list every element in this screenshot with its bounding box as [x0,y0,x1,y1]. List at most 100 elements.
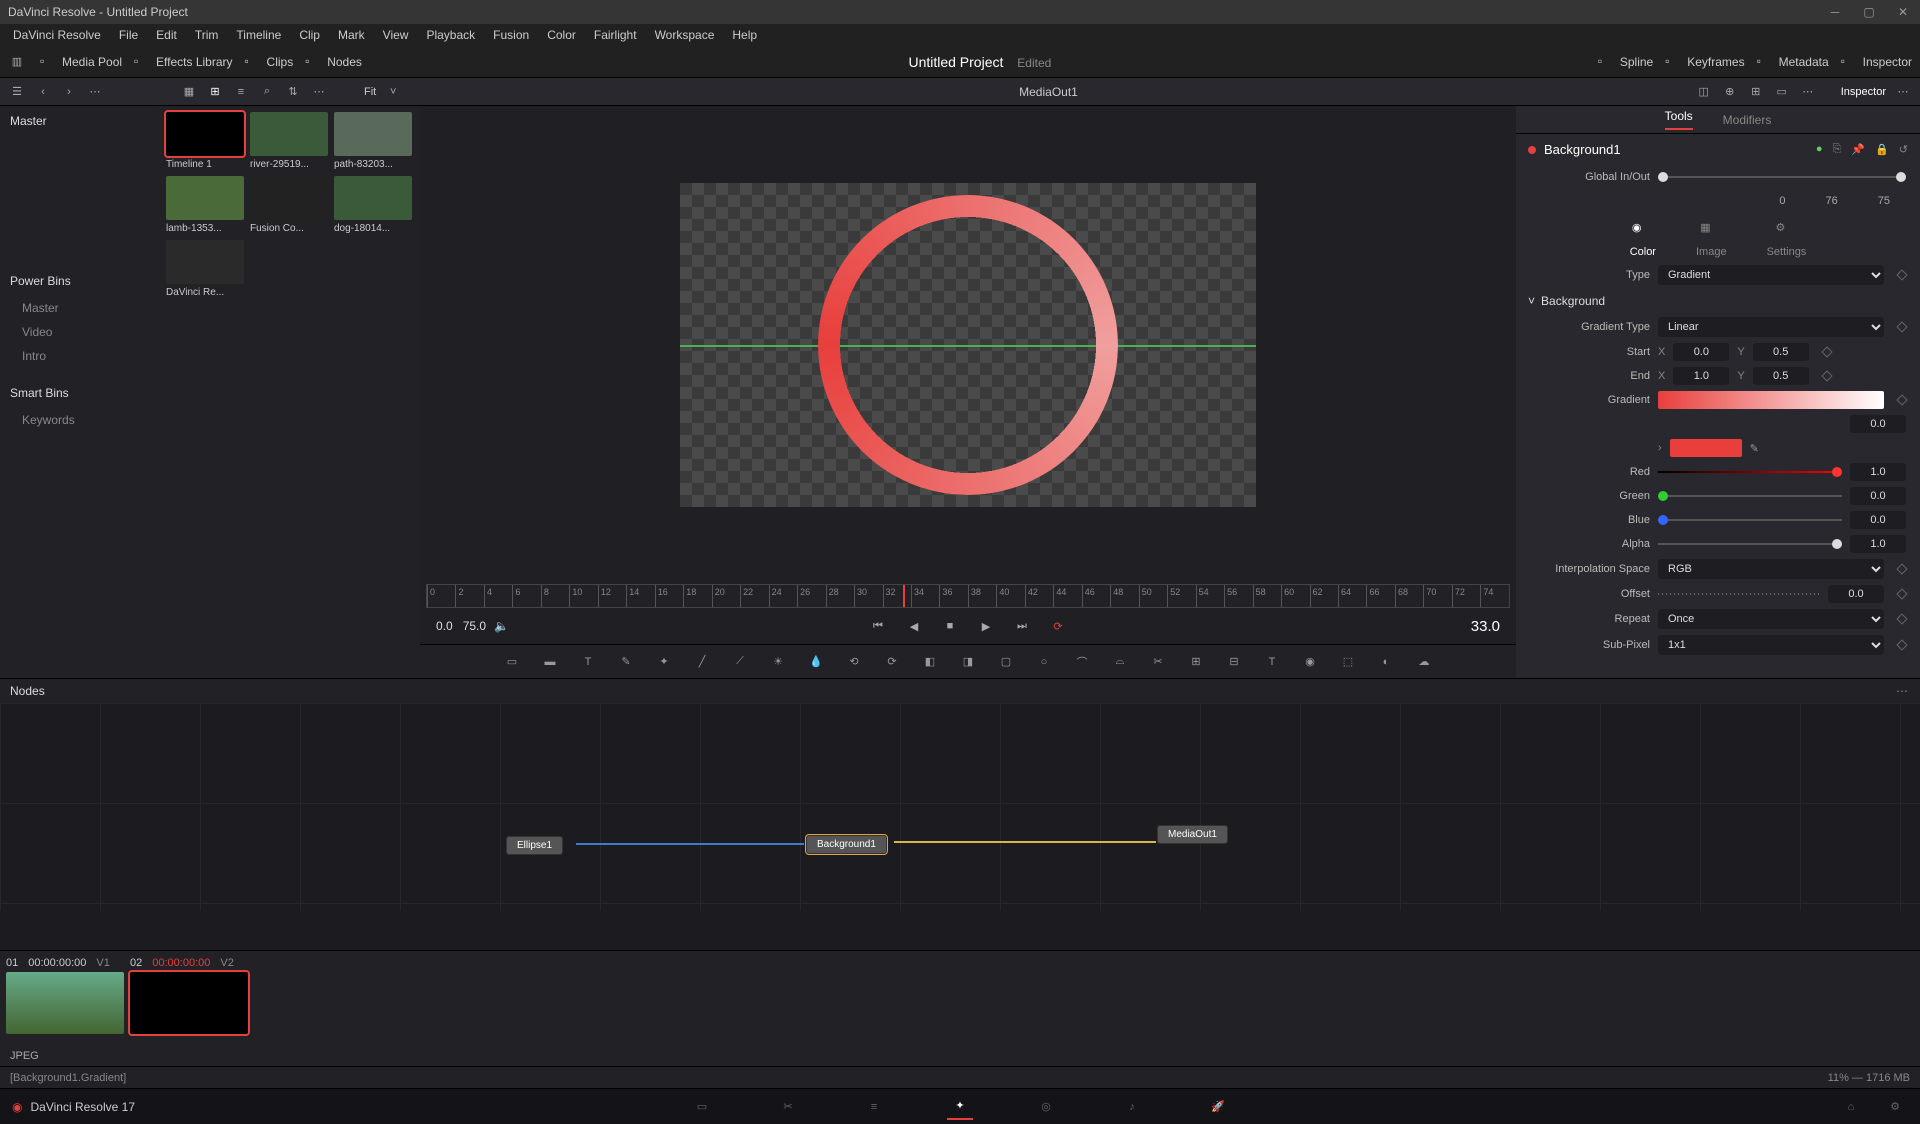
smartbin-keywords[interactable]: Keywords [0,408,160,432]
page-fusion[interactable]: ✦ [947,1094,973,1120]
red-slider[interactable] [1658,471,1842,473]
graph-node-mediaout1[interactable]: MediaOut1 [1157,825,1228,844]
minimize-icon[interactable]: ─ [1826,5,1844,19]
options-icon[interactable]: ⋯ [1894,83,1912,101]
blue-val[interactable] [1850,511,1906,529]
fusion-tool-5[interactable]: ╱ [692,652,712,672]
fusion-tool-11[interactable]: ◧ [920,652,940,672]
fusion-tool-21[interactable]: ◉ [1300,652,1320,672]
global-inout-slider[interactable] [1658,176,1906,178]
mode-settings[interactable]: ⚙Settings [1767,221,1807,258]
mode-image[interactable]: ▦Image [1696,221,1727,258]
nodes-options-icon[interactable]: ⋯ [1896,684,1910,698]
tool-media-pool[interactable]: ▫Media Pool [40,54,122,70]
layout-icon[interactable]: ▥ [8,53,26,71]
mode-color[interactable]: ◉Color [1630,221,1656,258]
tab-modifiers[interactable]: Modifiers [1723,113,1772,127]
clip-item[interactable]: river-29519... [250,112,328,170]
fusion-tool-16[interactable]: ⌓ [1110,652,1130,672]
tool-nodes[interactable]: ▫Nodes [305,54,362,70]
clip-thumb[interactable] [166,240,244,284]
fusion-tool-1[interactable]: ▬ [540,652,560,672]
fusion-tool-10[interactable]: ⟳ [882,652,902,672]
fusion-tool-22[interactable]: ⬚ [1338,652,1358,672]
type-select[interactable]: Gradient [1658,265,1884,285]
end-x[interactable] [1673,367,1729,385]
red-val[interactable] [1850,463,1906,481]
play-button[interactable]: ▶ [977,617,995,635]
fusion-tool-3[interactable]: ✎ [616,652,636,672]
fusion-tool-8[interactable]: 💧 [806,652,826,672]
end-y[interactable] [1753,367,1809,385]
inspector-label[interactable]: Inspector [1841,86,1886,98]
grid-view-icon[interactable]: ▦ [180,83,198,101]
alpha-slider[interactable] [1658,543,1842,545]
fusion-tool-2[interactable]: T [578,652,598,672]
eyedropper-icon[interactable]: ✎ [1750,442,1759,455]
menu-file[interactable]: File [110,28,147,42]
graph-node-background1[interactable]: Background1 [806,835,887,854]
offset-slider[interactable] [1658,593,1820,595]
speaker-icon[interactable]: 🔈 [493,617,511,635]
fusion-tool-9[interactable]: ⟲ [844,652,864,672]
keyframe-diamond[interactable] [1821,370,1832,381]
page-deliver[interactable]: 🚀 [1205,1094,1231,1120]
aspect-icon[interactable]: ▭ [1773,83,1791,101]
graph-node-ellipse1[interactable]: Ellipse1 [506,836,563,855]
last-frame-button[interactable]: ⏭ [1013,617,1031,635]
fit-select[interactable]: Fit [364,86,376,98]
clip-thumb[interactable] [334,176,412,220]
power-bins[interactable]: Power Bins [0,266,160,296]
more-icon[interactable]: ⋯ [86,83,104,101]
split-icon[interactable]: ◫ [1695,83,1713,101]
fusion-tool-24[interactable]: ☁ [1414,652,1434,672]
fusion-tool-6[interactable]: ⟋ [730,652,750,672]
keyframe-diamond[interactable] [1896,321,1907,332]
tab-tools[interactable]: Tools [1665,109,1693,130]
keyframe-diamond[interactable] [1896,394,1907,405]
fusion-tool-14[interactable]: ○ [1034,652,1054,672]
menu-view[interactable]: View [374,28,418,42]
project-settings-icon[interactable]: ⚙ [1882,1094,1908,1120]
offset-val[interactable] [1828,585,1884,603]
clip-item[interactable]: path-83203... [334,112,412,170]
clip-thumb[interactable] [334,112,412,156]
playhead[interactable] [903,585,905,607]
menu-edit[interactable]: Edit [147,28,186,42]
page-media[interactable]: ▭ [689,1094,715,1120]
gradtype-select[interactable]: Linear [1658,317,1884,337]
sort-icon[interactable]: ⇅ [284,83,302,101]
menu-davinci-resolve[interactable]: DaVinci Resolve [4,28,110,42]
alpha-val[interactable] [1850,535,1906,553]
loop-button[interactable]: ⟳ [1049,617,1067,635]
subpixel-select[interactable]: 1x1 [1658,635,1884,655]
keyframe-diamond[interactable] [1821,346,1832,357]
time-ruler[interactable]: 0246810121416182022242628303234363840424… [426,584,1510,608]
thumb-view-icon[interactable]: ⊞ [206,83,224,101]
fusion-tool-20[interactable]: T [1262,652,1282,672]
keyframe-diamond[interactable] [1896,563,1907,574]
interp-select[interactable]: RGB [1658,559,1884,579]
tool-keyframes[interactable]: ▫Keyframes [1665,54,1744,70]
fusion-tool-12[interactable]: ◨ [958,652,978,672]
first-frame-button[interactable]: ⏮ [869,617,887,635]
clip-thumb[interactable] [166,176,244,220]
home-icon[interactable]: ⌂ [1838,1094,1864,1120]
clip-thumb[interactable] [250,112,328,156]
page-edit[interactable]: ≡ [861,1094,887,1120]
color-swatch[interactable] [1670,439,1742,457]
menu-trim[interactable]: Trim [186,28,228,42]
chevron-right-icon[interactable]: › [60,83,78,101]
gradient-bar[interactable] [1658,391,1884,409]
clip-item[interactable]: DaVinci Re... [166,240,244,298]
clip-item[interactable]: Fusion Co... [250,176,328,234]
lock-icon[interactable]: 🔒 [1875,143,1889,156]
menu-mark[interactable]: Mark [329,28,374,42]
menu-help[interactable]: Help [723,28,766,42]
fusion-tool-0[interactable]: ▭ [502,652,522,672]
clip-item[interactable]: dog-18014... [334,176,412,234]
keyframe-diamond[interactable] [1896,588,1907,599]
fusion-tool-15[interactable]: ⌒ [1072,652,1092,672]
tool-spline[interactable]: ▫Spline [1598,54,1653,70]
fusion-tool-19[interactable]: ⊟ [1224,652,1244,672]
